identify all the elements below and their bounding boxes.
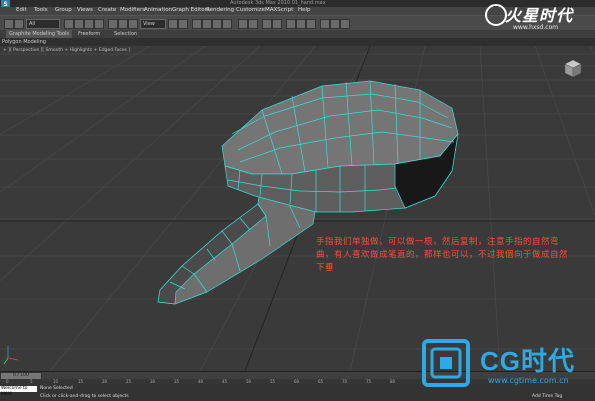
- tick-label: 55: [270, 379, 276, 384]
- cgtime-watermark: CG时代 www.cgtime.com.cn: [418, 333, 593, 393]
- tutorial-caption: 手指我们单独做，可以做一根，然后复制，注意手指的自然弯曲，有人喜欢做成笔直的，那…: [316, 237, 569, 273]
- selection-status: None Selected: [40, 386, 73, 391]
- tick-label: 60: [294, 379, 300, 384]
- select-by-name-icon[interactable]: [74, 19, 84, 29]
- window-title: Autodesk 3ds Max 2010 01_hand.max: [230, 0, 326, 6]
- tick-label: 0: [6, 379, 9, 384]
- region-select-icon[interactable]: [84, 19, 94, 29]
- reference-coordinate-dropdown[interactable]: View: [140, 19, 166, 29]
- curve-editor-icon[interactable]: [286, 19, 296, 29]
- tick-label: 80: [390, 379, 396, 384]
- menu-edit[interactable]: Edit: [16, 7, 27, 13]
- mirror-icon[interactable]: [238, 19, 248, 29]
- redo-icon[interactable]: [14, 19, 24, 29]
- menu-rendering[interactable]: Rendering: [206, 7, 234, 13]
- add-time-tag[interactable]: Add Time Tag: [532, 394, 562, 399]
- graphite-toggle-icon[interactable]: [272, 19, 282, 29]
- render-setup-icon[interactable]: [320, 19, 330, 29]
- tick-label: 35: [174, 379, 180, 384]
- menu-customize[interactable]: Customize: [236, 7, 265, 13]
- tab-freeform[interactable]: Freeform: [78, 30, 100, 38]
- menu-help[interactable]: Help: [298, 7, 311, 13]
- hxsd-url: www.hxsd.com: [513, 24, 559, 31]
- tab-graphite-modeling-tools[interactable]: Graphite Modeling Tools: [6, 30, 73, 38]
- tick-label: 70: [342, 379, 348, 384]
- menu-graph-editors[interactable]: Graph Editors: [172, 7, 210, 13]
- tab-selection[interactable]: Selection: [114, 30, 137, 38]
- move-icon[interactable]: [108, 19, 118, 29]
- viewcube-icon[interactable]: [563, 58, 583, 80]
- menu-maxscript[interactable]: MAXScript: [265, 7, 293, 13]
- tick-label: 20: [102, 379, 108, 384]
- select-object-icon[interactable]: [64, 19, 74, 29]
- selection-filter-dropdown[interactable]: All: [26, 19, 60, 29]
- viewport-label[interactable]: + ][ Perspective ][ Smooth + Highlights …: [3, 48, 130, 53]
- menu-group[interactable]: Group: [55, 7, 72, 13]
- select-manipulate-icon[interactable]: [178, 19, 188, 29]
- render-production-icon[interactable]: [340, 19, 350, 29]
- hxsd-logo-icon: [485, 4, 507, 26]
- scale-icon[interactable]: [128, 19, 138, 29]
- cgtime-logo-icon: [422, 339, 470, 387]
- rotate-icon[interactable]: [118, 19, 128, 29]
- tick-label: 65: [318, 379, 324, 384]
- rendered-frame-icon[interactable]: [330, 19, 340, 29]
- tick-label: 15: [78, 379, 84, 384]
- tick-label: 75: [366, 379, 372, 384]
- tick-label: 5: [30, 379, 33, 384]
- material-editor-icon[interactable]: [306, 19, 316, 29]
- tick-label: 30: [150, 379, 156, 384]
- window-crossing-icon[interactable]: [94, 19, 104, 29]
- menu-create[interactable]: Create: [98, 7, 116, 13]
- viewport-canvas: [0, 46, 595, 371]
- tick-label: 10: [53, 379, 59, 384]
- pivot-icon[interactable]: [168, 19, 178, 29]
- menu-modifiers[interactable]: Modifiers: [120, 7, 145, 13]
- undo-icon[interactable]: [4, 19, 14, 29]
- menu-tools[interactable]: Tools: [34, 7, 48, 13]
- hxsd-brand: 火星时代: [505, 6, 574, 25]
- angle-snap-icon[interactable]: [202, 19, 212, 29]
- cgtime-brand: CG时代: [480, 346, 576, 376]
- tick-label: 50: [246, 379, 252, 384]
- tick-label: 45: [222, 379, 228, 384]
- cgtime-url: www.cgtime.com.cn: [488, 376, 569, 385]
- spinner-snap-icon[interactable]: [222, 19, 232, 29]
- maxscript-listener[interactable]: Welcome to MAX!: [0, 386, 37, 397]
- tick-label: 25: [126, 379, 132, 384]
- percent-snap-icon[interactable]: [212, 19, 222, 29]
- tick-label: 40: [198, 379, 204, 384]
- menu-views[interactable]: Views: [77, 7, 93, 13]
- align-icon[interactable]: [248, 19, 258, 29]
- polygon-modeling-label[interactable]: Polygon Modeling: [2, 38, 46, 46]
- polygon-modeling-panel: Polygon Modeling: [0, 38, 595, 46]
- layer-manager-icon[interactable]: [262, 19, 272, 29]
- hxsd-watermark: 火星时代 www.hxsd.com: [483, 2, 593, 36]
- snap-toggle-icon[interactable]: [192, 19, 202, 29]
- menu-animation[interactable]: Animation: [144, 7, 172, 13]
- schematic-view-icon[interactable]: [296, 19, 306, 29]
- prompt-line: Click or click-and-drag to select object…: [40, 394, 129, 399]
- perspective-viewport[interactable]: + ][ Perspective ][ Smooth + Highlights …: [0, 46, 595, 371]
